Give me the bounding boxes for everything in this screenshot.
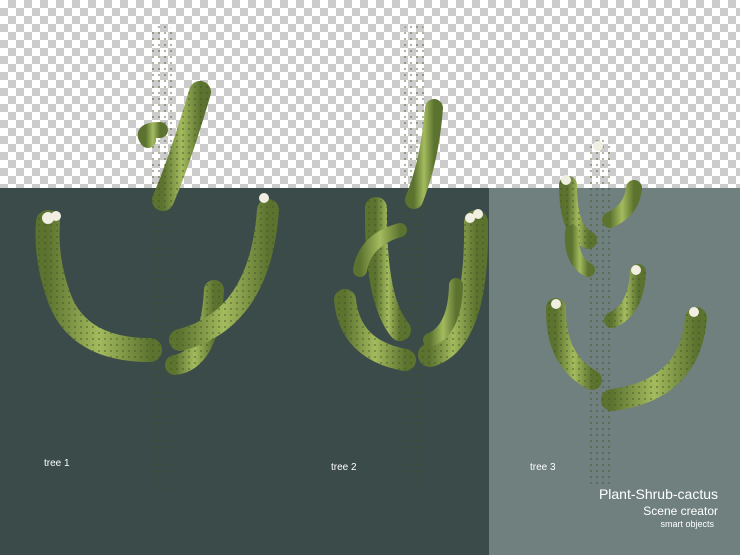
tree-2-label: tree 2 (331, 462, 357, 473)
cactus-tree-1 (35, 25, 279, 491)
tree-3-label: tree 3 (530, 462, 556, 473)
footer-subtitle: Scene creator (643, 504, 718, 518)
footer-caption: smart objects (660, 519, 714, 529)
cactus-tree-2 (334, 23, 489, 491)
footer-title: Plant-Shrub-cactus (598, 486, 718, 502)
cactus-tree-3 (545, 138, 707, 488)
tree-1-label: tree 1 (44, 458, 70, 469)
cactus-illustrations (35, 23, 707, 491)
